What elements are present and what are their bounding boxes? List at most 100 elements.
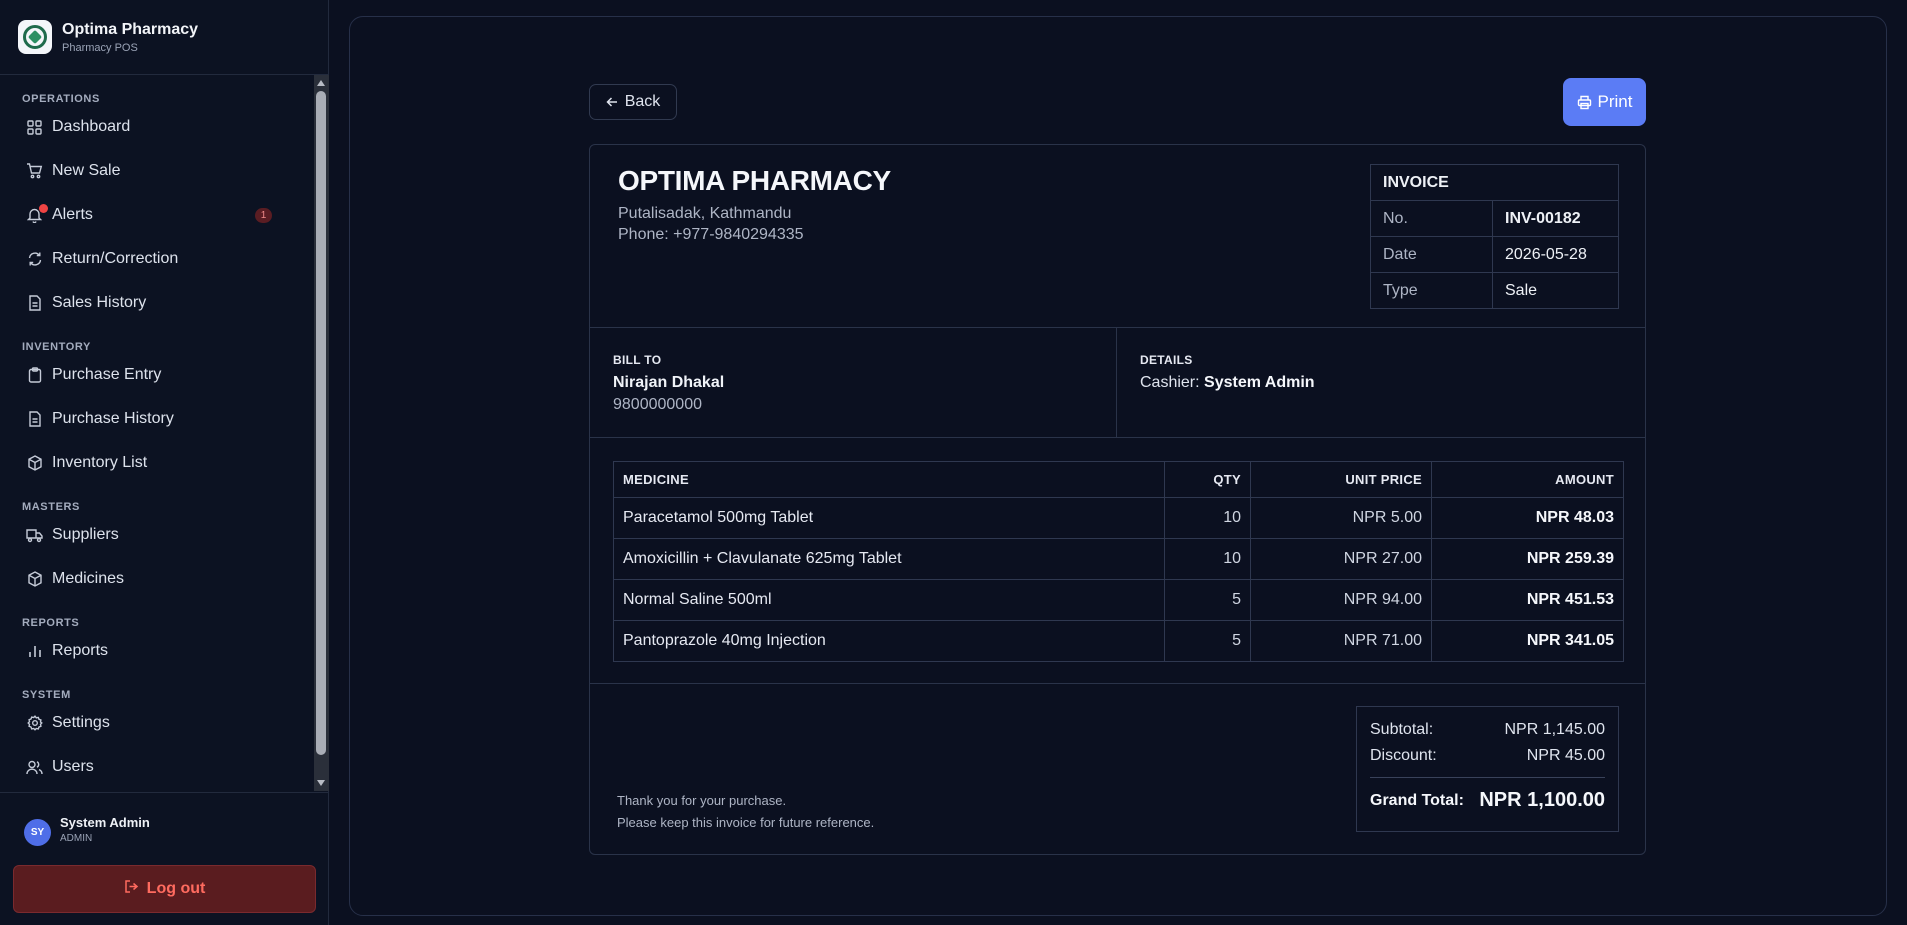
customer-name: Nirajan Dhakal — [613, 374, 725, 391]
item-medicine: Normal Saline 500ml — [613, 579, 1165, 621]
sidebar-item-purchase-entry[interactable]: Purchase Entry — [0, 353, 314, 397]
subtotal-label: Subtotal: — [1370, 721, 1434, 738]
customer-phone: 9800000000 — [613, 396, 702, 413]
item-amount: NPR 341.05 — [1431, 620, 1624, 662]
section-operations: OPERATIONS — [22, 93, 100, 105]
sidebar-item-return-correction[interactable]: Return/Correction — [0, 237, 314, 281]
invoice-no-value: INV-00182 — [1492, 200, 1619, 237]
section-reports: REPORTS — [22, 617, 80, 629]
truck-icon — [26, 527, 43, 544]
box-icon — [26, 571, 43, 588]
shop-name: OPTIMA PHARMACY — [618, 165, 891, 196]
sidebar-item-reports[interactable]: Reports — [0, 629, 314, 673]
divider — [1370, 777, 1605, 778]
back-label: Back — [624, 93, 661, 110]
sidebar-item-label: Settings — [52, 714, 110, 731]
arrow-left-icon — [606, 96, 618, 108]
sidebar-nav: OPERATIONS Dashboard New Sale Alerts 1 R… — [0, 75, 314, 791]
divider — [1116, 328, 1117, 438]
shop-phone: Phone: +977-9840294335 — [618, 226, 804, 243]
back-button[interactable]: Back — [589, 84, 677, 120]
column-header-medicine: MEDICINE — [613, 461, 1165, 498]
invoice-date-value: 2026-05-28 — [1492, 236, 1619, 273]
cashier-name: System Admin — [1204, 374, 1315, 391]
item-unit-price: NPR 94.00 — [1250, 579, 1432, 621]
refresh-icon — [26, 251, 43, 268]
alerts-count-badge: 1 — [255, 208, 272, 223]
sidebar-item-label: Alerts — [52, 206, 93, 223]
totals-box: Subtotal: NPR 1,145.00 Discount: NPR 45.… — [1356, 706, 1619, 832]
item-unit-price: NPR 71.00 — [1250, 620, 1432, 662]
sidebar-item-medicines[interactable]: Medicines — [0, 557, 314, 601]
item-qty: 10 — [1164, 497, 1251, 539]
document-icon — [26, 411, 43, 428]
grand-total-label: Grand Total: — [1370, 791, 1464, 809]
table-row: Normal Saline 500ml 5 NPR 94.00 NPR 451.… — [613, 579, 1624, 621]
invoice-type-label: Type — [1370, 272, 1493, 309]
discount-label: Discount: — [1370, 747, 1437, 764]
cashier-line: Cashier: System Admin — [1140, 374, 1315, 392]
sidebar-item-alerts[interactable]: Alerts 1 — [0, 193, 314, 237]
sidebar-item-label: Users — [52, 758, 94, 775]
logout-label: Log out — [146, 880, 206, 897]
invoice-items: MEDICINE QTY UNIT PRICE AMOUNT Paracetam… — [590, 438, 1645, 684]
item-medicine: Paracetamol 500mg Tablet — [613, 497, 1165, 539]
sidebar-item-dashboard[interactable]: Dashboard — [0, 105, 314, 149]
item-qty: 5 — [1164, 620, 1251, 662]
sidebar-item-label: Dashboard — [52, 118, 131, 135]
sidebar-item-label: Reports — [52, 642, 109, 659]
details-label: DETAILS — [1140, 353, 1193, 367]
invoice-footer: Thank you for your purchase. Please keep… — [590, 684, 1645, 854]
invoice-meta-table: INVOICE No. INV-00182 Date 2026-05-28 Ty… — [1370, 164, 1619, 309]
box-icon — [26, 455, 43, 472]
column-header-qty: QTY — [1164, 461, 1251, 498]
invoice: OPTIMA PHARMACY Putalisadak, Kathmandu P… — [589, 144, 1646, 855]
sidebar-item-users[interactable]: Users — [0, 745, 314, 789]
sidebar-item-new-sale[interactable]: New Sale — [0, 149, 314, 193]
invoice-parties: BILL TO Nirajan Dhakal 9800000000 DETAIL… — [590, 328, 1645, 438]
sidebar: Optima Pharmacy Pharmacy POS OPERATIONS … — [0, 0, 329, 925]
sidebar-item-label: Inventory List — [52, 454, 148, 471]
bar-chart-icon — [26, 643, 43, 660]
invoice-date-label: Date — [1370, 236, 1493, 273]
sidebar-item-label: Return/Correction — [52, 250, 179, 267]
item-unit-price: NPR 5.00 — [1250, 497, 1432, 539]
items-header-row: MEDICINE QTY UNIT PRICE AMOUNT — [613, 461, 1624, 498]
sidebar-item-label: Purchase History — [52, 410, 174, 427]
discount-row: Discount: NPR 45.00 — [1370, 747, 1605, 765]
item-amount: NPR 48.03 — [1431, 497, 1624, 539]
grid-icon — [26, 119, 43, 136]
item-medicine: Amoxicillin + Clavulanate 625mg Tablet — [613, 538, 1165, 580]
discount-value: NPR 45.00 — [1526, 747, 1605, 764]
sidebar-item-label: Sales History — [52, 294, 147, 311]
brand-title: Optima Pharmacy — [62, 20, 199, 38]
cart-icon — [26, 163, 43, 180]
sidebar-scrollbar[interactable] — [314, 75, 329, 791]
sidebar-item-label: Purchase Entry — [52, 366, 162, 383]
scroll-down-arrow-icon[interactable] — [317, 780, 325, 786]
invoice-type-value: Sale — [1492, 272, 1619, 309]
brand-subtitle: Pharmacy POS — [62, 41, 138, 54]
sidebar-item-label: Suppliers — [52, 526, 119, 543]
logout-button[interactable]: Log out — [13, 865, 316, 913]
column-header-amount: AMOUNT — [1431, 461, 1624, 498]
thank-you-note: Thank you for your purchase. — [617, 793, 787, 808]
column-header-unit-price: UNIT PRICE — [1250, 461, 1432, 498]
sidebar-item-settings[interactable]: Settings — [0, 701, 314, 745]
user-name: System Admin — [60, 815, 150, 830]
print-button[interactable]: Print — [1563, 78, 1646, 126]
sidebar-item-inventory-list[interactable]: Inventory List — [0, 441, 314, 485]
section-masters: MASTERS — [22, 501, 80, 513]
item-medicine: Pantoprazole 40mg Injection — [613, 620, 1165, 662]
section-system: SYSTEM — [22, 689, 71, 701]
document-icon — [26, 295, 43, 312]
sidebar-item-sales-history[interactable]: Sales History — [0, 281, 314, 325]
sidebar-item-purchase-history[interactable]: Purchase History — [0, 397, 314, 441]
scroll-up-arrow-icon[interactable] — [317, 80, 325, 86]
table-row: Paracetamol 500mg Tablet 10 NPR 5.00 NPR… — [613, 497, 1624, 539]
scroll-thumb[interactable] — [316, 91, 326, 755]
item-unit-price: NPR 27.00 — [1250, 538, 1432, 580]
item-amount: NPR 451.53 — [1431, 579, 1624, 621]
sidebar-item-suppliers[interactable]: Suppliers — [0, 513, 314, 557]
subtotal-row: Subtotal: NPR 1,145.00 — [1370, 721, 1605, 739]
